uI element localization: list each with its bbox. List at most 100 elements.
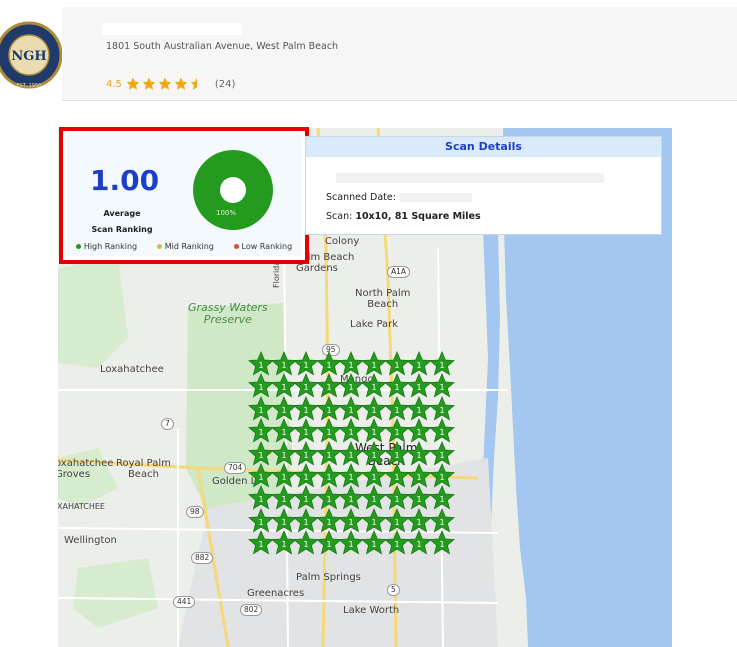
grid-rank-label: 1 xyxy=(304,383,309,392)
road-shield-441: 441 xyxy=(173,596,196,608)
map-label-colony: Colony xyxy=(325,236,360,247)
legend-high: High Ranking xyxy=(75,242,138,251)
legend-mid: Mid Ranking xyxy=(156,242,214,251)
rating-star-icon xyxy=(142,77,156,90)
grid-rank-label: 1 xyxy=(417,406,422,415)
map-label-loxahatchee: Loxahatchee xyxy=(100,364,164,375)
map-label-palm-springs: Palm Springs xyxy=(296,572,361,583)
scan-size-label: Scan: xyxy=(326,211,353,222)
legend-high-label: High Ranking xyxy=(83,242,138,251)
rating-stars xyxy=(126,77,204,91)
average-rank-value: 1.00 xyxy=(90,164,160,197)
grid-rank-label: 1 xyxy=(326,473,331,482)
grid-rank-label: 1 xyxy=(417,451,422,460)
grid-rank-label: 1 xyxy=(281,540,286,549)
grid-rank-label: 1 xyxy=(394,383,399,392)
grid-rank-label: 1 xyxy=(326,518,331,527)
business-logo: NGH EST. 1950 xyxy=(0,8,64,102)
grid-rank-label: 1 xyxy=(258,473,263,482)
grid-rank-label: 1 xyxy=(326,428,331,437)
grid-rank-label: 1 xyxy=(281,361,286,370)
grid-rank-label: 1 xyxy=(349,451,354,460)
grid-rank-label: 1 xyxy=(304,451,309,460)
rating-value: 4.5 xyxy=(106,78,122,90)
scan-size-row: Scan: 10x10, 81 Square Miles xyxy=(326,211,481,222)
ranking-donut-chart xyxy=(193,150,273,230)
grid-rank-label: 1 xyxy=(349,518,354,527)
grid-rank-label: 1 xyxy=(371,473,376,482)
grid-rank-label: 1 xyxy=(281,473,286,482)
average-ranking-card: 1.00 Average Scan Ranking 100% High Rank… xyxy=(66,134,302,256)
legend-low: Low Ranking xyxy=(233,242,293,251)
road-shield-882: 882 xyxy=(191,552,214,564)
rating-star-icon xyxy=(158,77,172,90)
business-header: NGH EST. 1950 1801 South Australian Aven… xyxy=(0,0,737,104)
grid-rank-label: 1 xyxy=(371,540,376,549)
rating-star-icon xyxy=(126,77,140,90)
grid-rank-label: 1 xyxy=(326,383,331,392)
grid-rank-label: 1 xyxy=(304,495,309,504)
grid-rank-label: 1 xyxy=(326,406,331,415)
grid-rank-label: 1 xyxy=(326,495,331,504)
grid-rank-label: 1 xyxy=(258,406,263,415)
legend-mid-label: Mid Ranking xyxy=(164,242,214,251)
grid-rank-label: 1 xyxy=(281,518,286,527)
grid-rank-label: 1 xyxy=(439,383,444,392)
grid-rank-label: 1 xyxy=(439,540,444,549)
grid-rank-label: 1 xyxy=(417,473,422,482)
average-ranking-panel: 1.00 Average Scan Ranking 100% High Rank… xyxy=(59,127,309,264)
grid-rank-label: 1 xyxy=(417,495,422,504)
grid-rank-label: 1 xyxy=(281,406,286,415)
grid-rank-label: 1 xyxy=(304,406,309,415)
grid-rank-label: 1 xyxy=(349,428,354,437)
map-label-north-palm-beach: North Palm Beach xyxy=(355,288,411,310)
map-label-grassy-waters: Grassy Waters Preserve xyxy=(188,301,268,326)
grid-rank-label: 1 xyxy=(349,495,354,504)
business-info-card: 1801 South Australian Avenue, West Palm … xyxy=(62,7,737,101)
rating-star-icon xyxy=(190,77,204,90)
business-address: 1801 South Australian Avenue, West Palm … xyxy=(106,41,339,52)
grid-rank-label: 1 xyxy=(349,361,354,370)
grid-rank-label: 1 xyxy=(281,495,286,504)
grid-rank-label: 1 xyxy=(349,473,354,482)
grid-rank-star-icon[interactable]: 1 xyxy=(428,530,455,556)
grid-rank-label: 1 xyxy=(371,495,376,504)
map-label-xahatchee: XAHATCHEE xyxy=(58,502,105,511)
legend-low-label: Low Ranking xyxy=(241,242,293,251)
road-shield-a1a: A1A xyxy=(387,266,411,278)
road-shield-704: 704 xyxy=(224,462,247,474)
grid-rank-label: 1 xyxy=(349,540,354,549)
grid-rank-label: 1 xyxy=(417,540,422,549)
grid-rank-label: 1 xyxy=(326,361,331,370)
grid-rank-label: 1 xyxy=(417,518,422,527)
map-label-lake-park: Lake Park xyxy=(350,319,399,330)
donut-hole xyxy=(220,177,246,203)
grid-rank-label: 1 xyxy=(304,518,309,527)
grid-rank-label: 1 xyxy=(326,451,331,460)
grid-rank-label: 1 xyxy=(371,451,376,460)
scan-date-redacted xyxy=(399,193,472,202)
grid-rank-label: 1 xyxy=(304,473,309,482)
grid-rank-label: 1 xyxy=(326,540,331,549)
scan-date-row: Scanned Date: xyxy=(326,192,472,203)
grid-rank-label: 1 xyxy=(394,518,399,527)
rank-caption-line2: Scan Ranking xyxy=(91,225,153,234)
grid-rank-label: 1 xyxy=(394,428,399,437)
grid-rank-label: 1 xyxy=(304,361,309,370)
grid-rank-label: 1 xyxy=(394,361,399,370)
grid-rank-label: 1 xyxy=(394,540,399,549)
legend-mid-dot xyxy=(156,244,162,249)
grid-rank-label: 1 xyxy=(439,361,444,370)
grid-rank-label: 1 xyxy=(258,428,263,437)
scan-size-value: 10x10, 81 Square Miles xyxy=(355,211,481,222)
grid-rank-label: 1 xyxy=(258,495,263,504)
scan-details-panel: Scan Details Scanned Date: Scan: 10x10, … xyxy=(305,136,662,235)
grid-rank-label: 1 xyxy=(281,428,286,437)
logo-est: EST. 1950 xyxy=(17,83,42,89)
grid-rank-label: 1 xyxy=(439,518,444,527)
grid-rank-label: 1 xyxy=(258,540,263,549)
review-count[interactable]: (24) xyxy=(215,79,236,90)
scan-date-label: Scanned Date: xyxy=(326,192,396,203)
grid-rank-label: 1 xyxy=(371,428,376,437)
road-shield-7: 7 xyxy=(161,418,174,430)
